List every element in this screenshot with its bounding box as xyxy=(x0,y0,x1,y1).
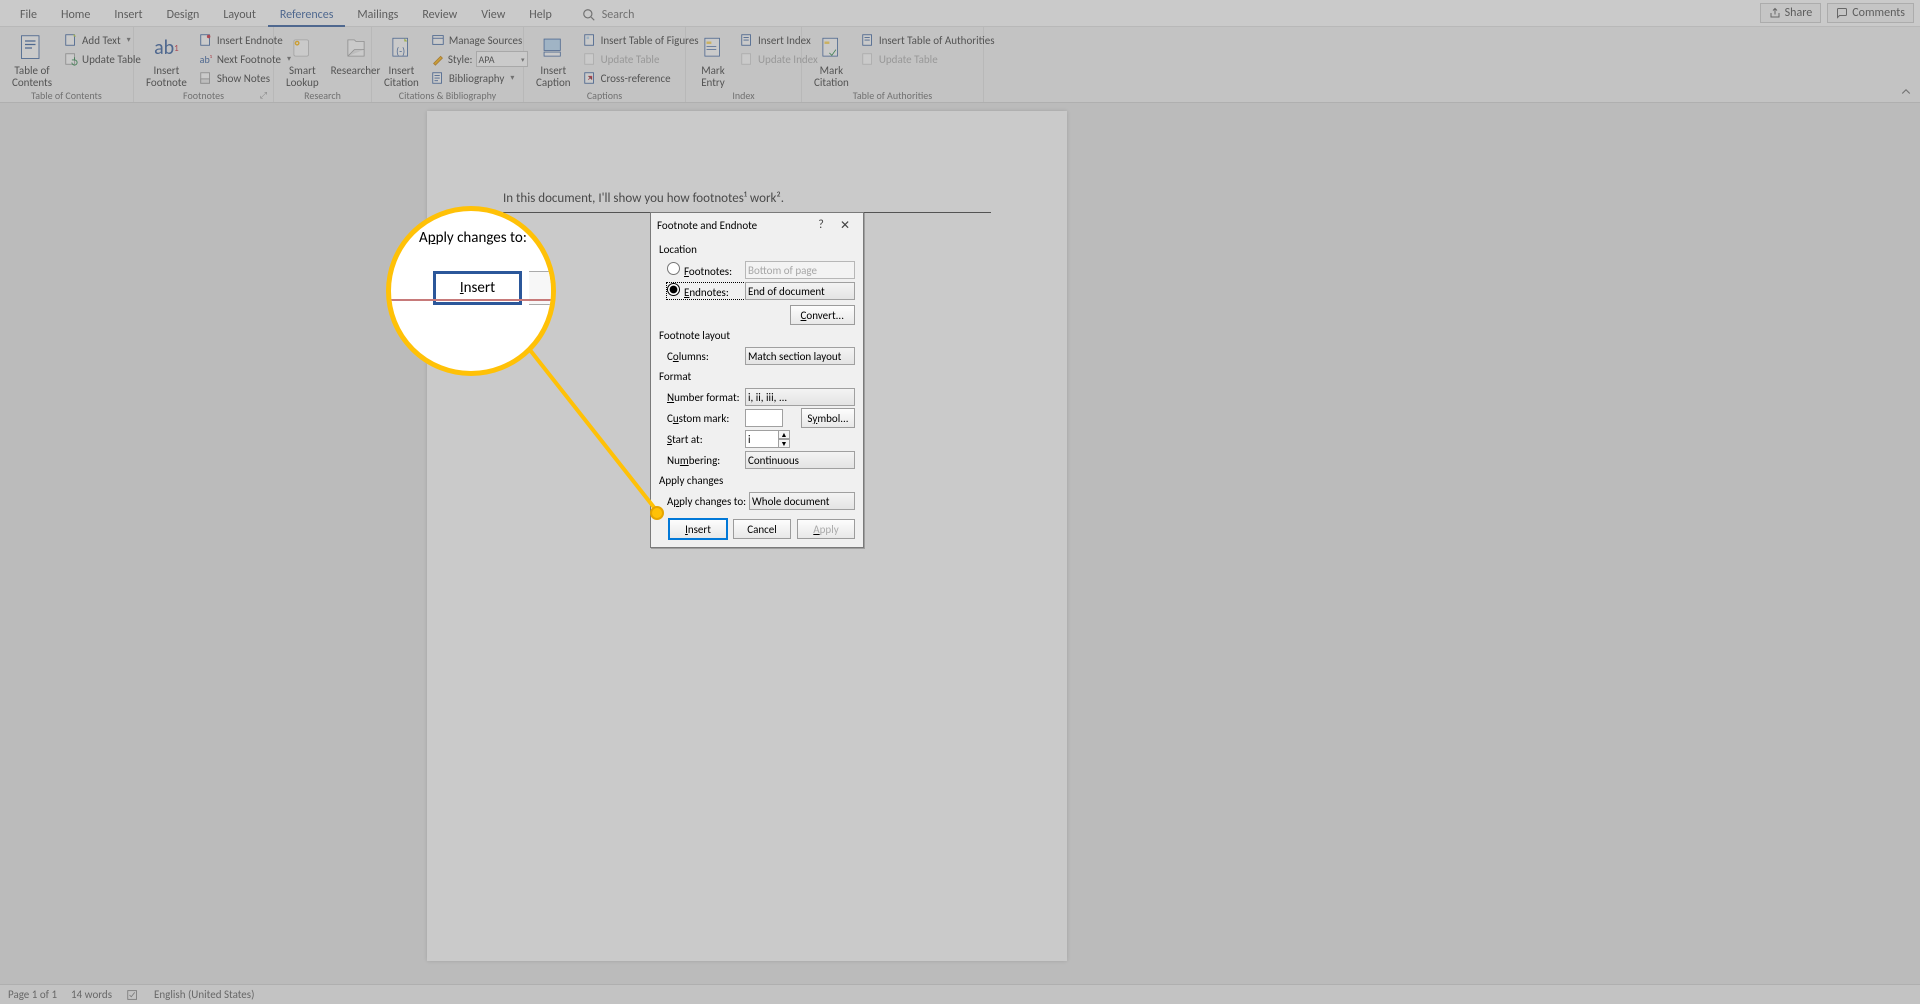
magnifier-callout: Apply changes to: Insert xyxy=(386,206,556,376)
columns-combo[interactable]: Match section layout xyxy=(745,347,855,365)
footnotes-location-combo: Bottom of page xyxy=(745,261,855,279)
convert-button[interactable]: Convert... xyxy=(790,305,855,325)
number-format-combo[interactable]: i, ii, iii, ... xyxy=(745,388,855,406)
numbering-combo[interactable]: Continuous xyxy=(745,451,855,469)
footnotes-radio[interactable]: Footnotes: xyxy=(667,262,745,278)
apply-to-label: Apply changes to: xyxy=(667,495,749,508)
start-at-label: Start at: xyxy=(667,433,745,446)
symbol-button[interactable]: Symbol... xyxy=(801,408,855,428)
number-format-label: Number format: xyxy=(667,391,745,404)
footnote-endnote-dialog: Footnote and Endnote ? ✕ Location Footno… xyxy=(650,212,864,548)
start-at-spinner[interactable]: i xyxy=(745,430,779,448)
modal-overlay xyxy=(0,0,1920,1004)
section-format-label: Format xyxy=(659,370,855,383)
dialog-help-icon[interactable]: ? xyxy=(809,218,833,232)
spin-up-icon[interactable]: ▲ xyxy=(778,430,790,439)
callout-label: Apply changes to: xyxy=(419,229,537,247)
endnotes-location-combo[interactable]: End of document xyxy=(745,282,855,300)
apply-button: Apply xyxy=(797,519,855,539)
dialog-close-icon[interactable]: ✕ xyxy=(833,218,857,233)
section-layout-label: Footnote layout xyxy=(659,329,855,342)
callout-target-dot xyxy=(650,506,664,520)
dialog-title: Footnote and Endnote xyxy=(657,219,809,232)
callout-separator xyxy=(391,299,551,301)
insert-button[interactable]: Insert xyxy=(669,519,727,539)
apply-to-combo[interactable]: Whole document xyxy=(749,492,855,510)
section-location-label: Location xyxy=(659,243,855,256)
endnotes-radio[interactable]: Endnotes: xyxy=(667,283,745,299)
cancel-button[interactable]: Cancel xyxy=(733,519,791,539)
columns-label: Columns: xyxy=(667,350,745,363)
custom-mark-input[interactable] xyxy=(745,409,783,427)
dialog-titlebar[interactable]: Footnote and Endnote ? ✕ xyxy=(651,213,863,237)
custom-mark-label: Custom mark: xyxy=(667,412,745,425)
numbering-label: Numbering: xyxy=(667,454,745,467)
spin-down-icon[interactable]: ▼ xyxy=(778,439,790,448)
section-apply-label: Apply changes xyxy=(659,474,855,487)
